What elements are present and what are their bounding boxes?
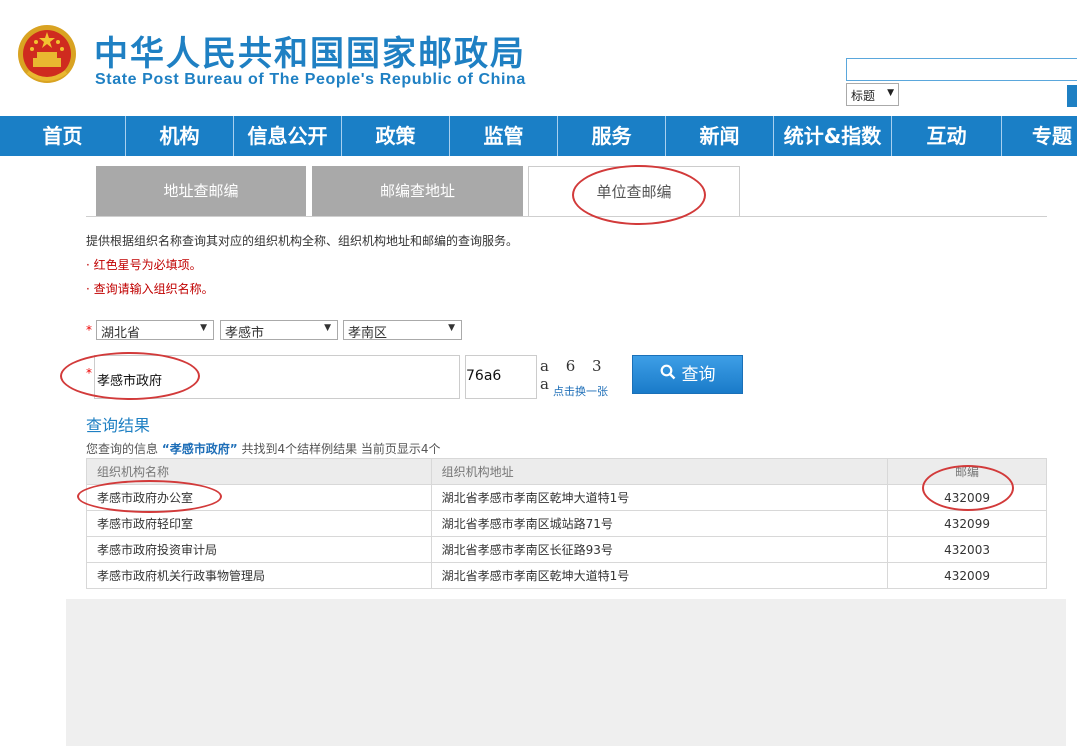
captcha-input[interactable]: 76a6 <box>465 355 537 399</box>
dropdown-arrow-icon: ▼ <box>887 88 894 98</box>
site-search-input[interactable] <box>846 58 1077 81</box>
results-summary-suffix: 共找到4个结样例结果 当前页显示4个 <box>241 442 441 456</box>
table-row: 孝感市政府投资审计局 湖北省孝感市孝南区长征路93号 432003 <box>86 536 1047 563</box>
note-query: · 查询请输入组织名称。 <box>86 280 214 297</box>
district-select[interactable]: 孝南区 ▼ <box>343 320 462 341</box>
nav-item-home[interactable]: 首页 <box>0 116 126 156</box>
nav-item-statistics[interactable]: 统计&指数 <box>774 116 892 156</box>
results-table: 组织机构名称 组织机构地址 邮编 孝感市政府办公室 湖北省孝感市孝南区乾坤大道特… <box>86 458 1047 589</box>
footer-placeholder <box>66 599 1066 746</box>
site-title-cn: 中华人民共和国国家邮政局 <box>94 34 526 74</box>
cell-org-name: 孝感市政府机关行政事物管理局 <box>86 562 432 589</box>
city-value: 孝感市 <box>225 326 265 341</box>
cell-org-address: 湖北省孝感市孝南区乾坤大道特1号 <box>430 562 889 589</box>
province-select[interactable]: 湖北省 ▼ <box>96 320 214 341</box>
dropdown-arrow-icon: ▼ <box>324 323 331 333</box>
tab-organization-to-postcode[interactable]: 单位查邮编 <box>528 166 740 217</box>
cell-postcode: 432009 <box>887 484 1047 511</box>
header-org-address: 组织机构地址 <box>430 458 889 485</box>
query-button-label: 查询 <box>681 365 716 385</box>
required-mark: * <box>86 366 92 380</box>
cell-org-address: 湖北省孝感市孝南区乾坤大道特1号 <box>430 484 889 511</box>
cell-postcode: 432099 <box>887 510 1047 537</box>
tab-address-to-postcode[interactable]: 地址查邮编 <box>96 166 306 216</box>
tab-divider <box>86 216 1047 217</box>
table-row: 孝感市政府轻印室 湖北省孝感市孝南区城站路71号 432099 <box>86 510 1047 537</box>
nav-item-interaction[interactable]: 互动 <box>892 116 1002 156</box>
cell-postcode: 432003 <box>887 536 1047 563</box>
national-emblem-icon <box>18 25 76 83</box>
intro-text: 提供根据组织名称查询其对应的组织机构全称、组织机构地址和邮编的查询服务。 <box>86 234 519 248</box>
cell-postcode: 432009 <box>887 562 1047 589</box>
dropdown-arrow-icon: ▼ <box>448 323 455 333</box>
nav-item-news[interactable]: 新闻 <box>666 116 774 156</box>
results-summary-prefix: 您查询的信息 <box>86 442 159 456</box>
nav-item-service[interactable]: 服务 <box>558 116 666 156</box>
results-summary-keyword: “孝感市政府” <box>161 442 238 456</box>
district-value: 孝南区 <box>348 326 388 341</box>
bullet: · <box>86 282 90 296</box>
site-header: 中华人民共和国国家邮政局 State Post Bureau of The Pe… <box>0 0 1077 116</box>
search-type-value: 标题 <box>851 89 876 103</box>
note-required: · 红色星号为必填项。 <box>86 256 202 273</box>
search-icon <box>660 356 676 393</box>
captcha-refresh-link[interactable]: 点击换一张 <box>553 383 608 399</box>
required-mark: * <box>86 323 92 337</box>
page: 中华人民共和国国家邮政局 State Post Bureau of The Pe… <box>0 0 1077 746</box>
nav-item-topics[interactable]: 专题 <box>1002 116 1077 156</box>
site-search-button[interactable] <box>1067 85 1077 107</box>
cell-org-name: 孝感市政府办公室 <box>86 484 432 511</box>
nav-item-organization[interactable]: 机构 <box>126 116 234 156</box>
table-row: 孝感市政府办公室 湖北省孝感市孝南区乾坤大道特1号 432009 <box>86 484 1047 511</box>
table-row: 孝感市政府机关行政事物管理局 湖北省孝感市孝南区乾坤大道特1号 432009 <box>86 562 1047 589</box>
cell-org-address: 湖北省孝感市孝南区城站路71号 <box>430 510 889 537</box>
results-summary: 您查询的信息 “孝感市政府” 共找到4个结样例结果 当前页显示4个 <box>86 440 441 457</box>
bullet: · <box>86 258 90 272</box>
search-type-select[interactable]: 标题 ▼ <box>846 83 899 106</box>
note-query-text: 查询请输入组织名称。 <box>93 282 214 296</box>
main-nav: 首页 机构 信息公开 政策 监管 服务 新闻 统计&指数 互动 专题 <box>0 116 1077 156</box>
cell-org-name: 孝感市政府投资审计局 <box>86 536 432 563</box>
header-postcode: 邮编 <box>887 458 1047 485</box>
tab-postcode-to-address[interactable]: 邮编查地址 <box>312 166 523 216</box>
captcha-image[interactable]: a 6 3 a <box>540 355 624 393</box>
nav-item-disclosure[interactable]: 信息公开 <box>234 116 342 156</box>
nav-item-supervision[interactable]: 监管 <box>450 116 558 156</box>
city-select[interactable]: 孝感市 ▼ <box>220 320 338 341</box>
nav-item-policy[interactable]: 政策 <box>342 116 450 156</box>
cell-org-name: 孝感市政府轻印室 <box>86 510 432 537</box>
table-header-row: 组织机构名称 组织机构地址 邮编 <box>86 458 1047 485</box>
header-org-name: 组织机构名称 <box>86 458 432 485</box>
cell-org-address: 湖北省孝感市孝南区长征路93号 <box>430 536 889 563</box>
query-button[interactable]: 查询 <box>632 355 743 394</box>
results-title: 查询结果 <box>86 416 151 435</box>
note-required-text: 红色星号为必填项。 <box>93 258 202 272</box>
province-value: 湖北省 <box>101 326 141 341</box>
organization-name-input[interactable]: 孝感市政府 <box>94 355 460 399</box>
dropdown-arrow-icon: ▼ <box>200 323 207 333</box>
site-title-en: State Post Bureau of The People's Republ… <box>95 71 526 88</box>
